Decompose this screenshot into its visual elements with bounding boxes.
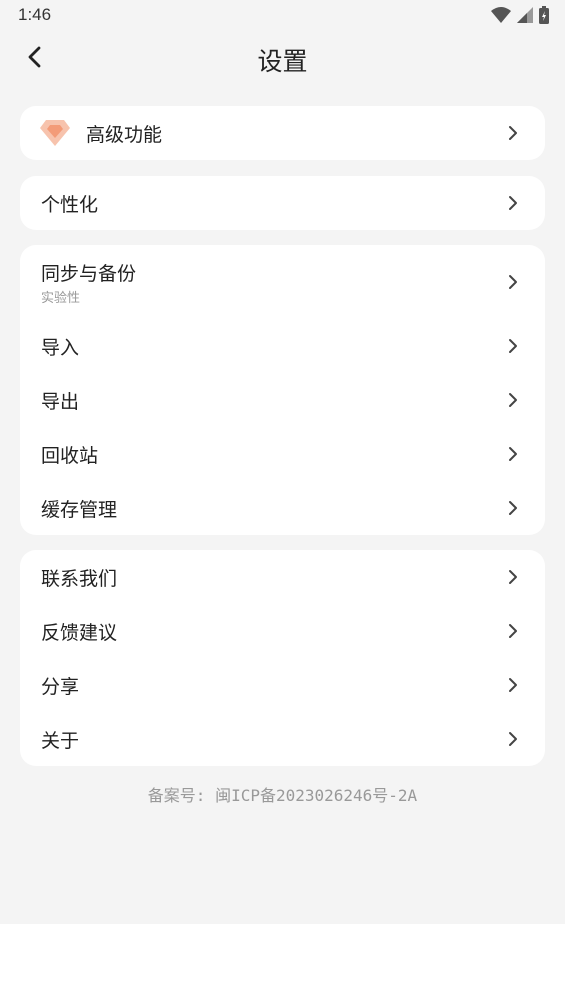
- chevron-right-icon: [509, 126, 517, 140]
- gem-icon: [40, 120, 70, 146]
- page-title: 设置: [257, 47, 308, 76]
- cache-management-row[interactable]: 缓存管理: [20, 481, 545, 535]
- sync-backup-label: 同步与备份: [41, 263, 137, 285]
- contact-us-row[interactable]: 联系我们: [20, 550, 545, 604]
- import-label: 导入: [41, 337, 80, 359]
- data-card: 同步与备份 实验性 导入 导出 回收站 缓存管理: [20, 245, 545, 535]
- about-card: 联系我们 反馈建议 分享 关于: [20, 550, 545, 766]
- cache-management-label: 缓存管理: [41, 499, 118, 521]
- chevron-right-icon: [509, 393, 517, 407]
- signal-icon: [517, 7, 533, 23]
- wifi-icon: [491, 7, 511, 23]
- recycle-bin-row[interactable]: 回收站: [20, 427, 545, 481]
- recycle-bin-label: 回收站: [41, 445, 99, 467]
- status-bar: 1:46: [0, 0, 565, 32]
- personalize-card: 个性化: [20, 176, 545, 230]
- share-row[interactable]: 分享: [20, 658, 545, 712]
- sync-backup-sublabel: 实验性: [41, 291, 81, 306]
- export-row[interactable]: 导出: [20, 373, 545, 427]
- chevron-right-icon: [509, 447, 517, 461]
- share-label: 分享: [41, 676, 80, 698]
- chevron-right-icon: [509, 196, 517, 210]
- sync-backup-row[interactable]: 同步与备份 实验性: [20, 245, 545, 319]
- app-bar: 设置: [0, 32, 565, 88]
- chevron-right-icon: [509, 501, 517, 515]
- personalize-label: 个性化: [41, 194, 99, 216]
- status-icons: [491, 6, 549, 24]
- icp-record-text: 备案号: 闽ICP备2023026246号-2A: [147, 786, 418, 805]
- premium-features-label: 高级功能: [86, 124, 163, 146]
- personalize-row[interactable]: 个性化: [20, 176, 545, 230]
- status-time: 1:46: [18, 5, 52, 24]
- settings-screen: 1:46 设置 高级功能 个性化 同步与备份 实验性 导入 导出 回收站 缓存管…: [0, 0, 565, 924]
- chevron-right-icon: [509, 624, 517, 638]
- premium-card: 高级功能: [20, 106, 545, 160]
- about-row[interactable]: 关于: [20, 712, 545, 766]
- chevron-right-icon: [509, 570, 517, 584]
- chevron-right-icon: [509, 678, 517, 692]
- feedback-label: 反馈建议: [41, 622, 118, 644]
- chevron-right-icon: [509, 339, 517, 353]
- battery-icon: [539, 6, 549, 24]
- premium-features-row[interactable]: 高级功能: [20, 106, 545, 160]
- chevron-right-icon: [509, 732, 517, 746]
- export-label: 导出: [41, 391, 80, 413]
- feedback-row[interactable]: 反馈建议: [20, 604, 545, 658]
- contact-us-label: 联系我们: [41, 568, 118, 590]
- chevron-right-icon: [509, 275, 517, 289]
- import-row[interactable]: 导入: [20, 319, 545, 373]
- about-label: 关于: [41, 730, 80, 752]
